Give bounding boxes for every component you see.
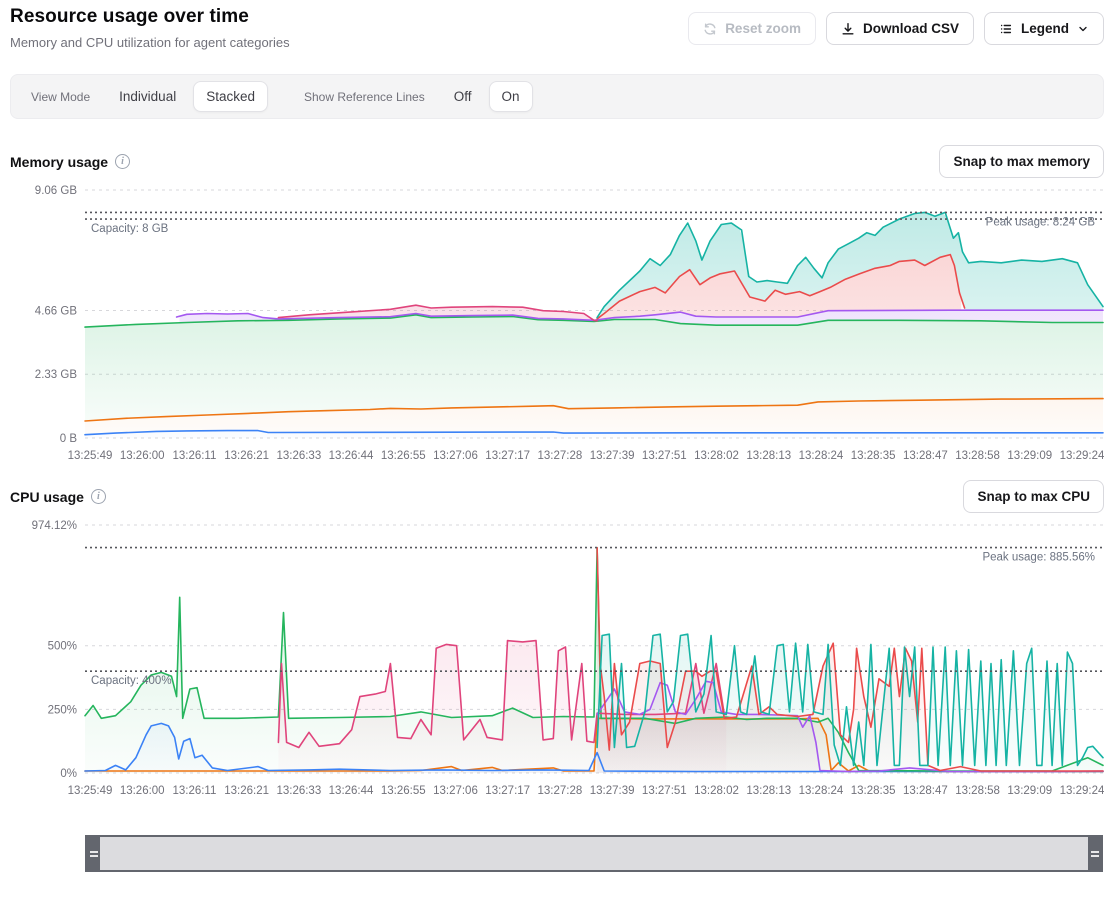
brush-left-handle[interactable] bbox=[87, 837, 100, 870]
brush-grip bbox=[1091, 851, 1099, 853]
x-axis-tick: 13:29:09 bbox=[1007, 450, 1052, 462]
cpu-usage-chart[interactable]: 974.12% 500% 250% 0% 13:25:49 13:26:00 13:26:1… bbox=[10, 513, 1104, 805]
reference-line-label: Capacity: 400% bbox=[91, 675, 172, 687]
memory-usage-chart[interactable]: 9.06 GB 4.66 GB 2.33 GB 0 B 13:25:49 13:26:00… bbox=[10, 178, 1104, 470]
y-axis-tick: 2.33 GB bbox=[35, 369, 78, 381]
refresh-icon bbox=[703, 22, 717, 36]
time-range-brush[interactable] bbox=[85, 835, 1103, 872]
page-subtitle: Memory and CPU utilization for agent cat… bbox=[10, 35, 290, 50]
x-axis-tick: 13:26:11 bbox=[172, 785, 216, 797]
x-axis-tick: 13:28:47 bbox=[903, 785, 948, 797]
reference-lines-on-option[interactable]: On bbox=[489, 81, 533, 112]
brush-right-handle[interactable] bbox=[1088, 837, 1101, 870]
brush-grip bbox=[90, 851, 98, 853]
x-axis-tick: 13:26:33 bbox=[276, 785, 321, 797]
x-axis-tick: 13:26:00 bbox=[120, 785, 165, 797]
download-icon bbox=[841, 22, 855, 36]
x-axis-tick: 13:26:00 bbox=[120, 450, 165, 462]
y-axis-tick: 0 B bbox=[60, 433, 78, 445]
x-axis-tick: 13:27:28 bbox=[538, 450, 583, 462]
x-axis-tick: 13:27:51 bbox=[642, 450, 687, 462]
dashboard-page: Resource usage over time Memory and CPU … bbox=[0, 0, 1116, 872]
reset-zoom-label: Reset zoom bbox=[725, 21, 801, 36]
x-axis-tick: 13:26:44 bbox=[329, 785, 374, 797]
memory-title-wrap: Memory usage i bbox=[10, 154, 130, 170]
y-axis-tick: 500% bbox=[48, 641, 77, 653]
x-axis-tick: 13:29:24 bbox=[1060, 450, 1104, 462]
info-icon[interactable]: i bbox=[115, 154, 130, 169]
x-axis-tick: 13:25:49 bbox=[68, 450, 113, 462]
memory-section-header: Memory usage i Snap to max memory bbox=[10, 145, 1104, 178]
cpu-section-header: CPU usage i Snap to max CPU bbox=[10, 480, 1104, 513]
x-axis-tick: 13:25:49 bbox=[68, 785, 113, 797]
x-axis-tick: 13:26:55 bbox=[381, 785, 426, 797]
x-axis-tick: 13:27:17 bbox=[485, 785, 530, 797]
x-axis-tick: 13:26:11 bbox=[172, 450, 216, 462]
brush-grip bbox=[90, 855, 98, 857]
download-csv-button[interactable]: Download CSV bbox=[826, 12, 974, 45]
y-axis-tick: 9.06 GB bbox=[35, 185, 78, 197]
page-title: Resource usage over time bbox=[10, 6, 290, 28]
x-axis-tick: 13:29:09 bbox=[1007, 785, 1052, 797]
x-axis-tick: 13:27:51 bbox=[642, 785, 687, 797]
memory-section-title: Memory usage bbox=[10, 154, 108, 170]
x-axis-tick: 13:27:06 bbox=[433, 450, 478, 462]
cpu-section-title: CPU usage bbox=[10, 489, 84, 505]
brush-grip bbox=[1091, 855, 1099, 857]
legend-label: Legend bbox=[1021, 21, 1069, 36]
x-axis-tick: 13:27:39 bbox=[590, 450, 635, 462]
chevron-down-icon bbox=[1077, 23, 1089, 35]
x-axis-tick: 13:27:39 bbox=[590, 785, 635, 797]
x-axis-tick: 13:27:17 bbox=[485, 450, 530, 462]
x-axis-tick: 13:28:02 bbox=[694, 450, 739, 462]
snap-to-max-cpu-button[interactable]: Snap to max CPU bbox=[963, 480, 1104, 513]
x-axis-tick: 13:26:33 bbox=[276, 450, 321, 462]
y-axis-tick: 4.66 GB bbox=[35, 305, 78, 317]
download-csv-label: Download CSV bbox=[863, 21, 959, 36]
header-titles: Resource usage over time Memory and CPU … bbox=[10, 6, 290, 50]
x-axis-tick: 13:28:24 bbox=[799, 785, 844, 797]
x-axis-tick: 13:26:55 bbox=[381, 450, 426, 462]
view-options-toolbar: View Mode Individual Stacked Show Refere… bbox=[10, 74, 1104, 119]
x-axis-tick: 13:27:06 bbox=[433, 785, 478, 797]
info-icon[interactable]: i bbox=[91, 489, 106, 504]
x-axis-tick: 13:28:13 bbox=[746, 450, 791, 462]
x-axis-tick: 13:29:24 bbox=[1060, 785, 1104, 797]
x-axis-tick: 13:26:44 bbox=[329, 450, 374, 462]
reference-lines-off-option[interactable]: Off bbox=[441, 81, 485, 112]
view-mode-stacked-option[interactable]: Stacked bbox=[193, 81, 268, 112]
x-axis-tick: 13:27:28 bbox=[538, 785, 583, 797]
snap-to-max-memory-button[interactable]: Snap to max memory bbox=[939, 145, 1104, 178]
header-actions: Reset zoom Download CSV Legend bbox=[688, 12, 1104, 45]
header: Resource usage over time Memory and CPU … bbox=[10, 6, 1104, 50]
x-axis-tick: 13:28:58 bbox=[955, 785, 1000, 797]
reference-line-label: Peak usage: 8.24 GB bbox=[986, 216, 1096, 228]
show-reference-lines-label: Show Reference Lines bbox=[304, 90, 425, 104]
x-axis-tick: 13:28:35 bbox=[851, 450, 896, 462]
reference-line-label: Peak usage: 885.56% bbox=[982, 552, 1095, 564]
y-axis-tick: 0% bbox=[60, 768, 77, 780]
legend-button[interactable]: Legend bbox=[984, 12, 1104, 45]
x-axis-tick: 13:26:21 bbox=[224, 785, 269, 797]
reference-line-label: Capacity: 8 GB bbox=[91, 223, 169, 235]
x-axis-tick: 13:26:21 bbox=[224, 450, 269, 462]
view-mode-label: View Mode bbox=[31, 90, 90, 104]
view-mode-individual-option[interactable]: Individual bbox=[106, 81, 189, 112]
x-axis-tick: 13:28:47 bbox=[903, 450, 948, 462]
x-axis-tick: 13:28:13 bbox=[746, 785, 791, 797]
legend-list-icon bbox=[999, 22, 1013, 36]
x-axis-tick: 13:28:24 bbox=[799, 450, 844, 462]
x-axis-tick: 13:28:02 bbox=[694, 785, 739, 797]
y-axis-tick: 250% bbox=[48, 704, 77, 716]
x-axis-tick: 13:28:58 bbox=[955, 450, 1000, 462]
cpu-title-wrap: CPU usage i bbox=[10, 489, 106, 505]
x-axis-tick: 13:28:35 bbox=[851, 785, 896, 797]
reset-zoom-button[interactable]: Reset zoom bbox=[688, 12, 816, 45]
y-axis-tick: 974.12% bbox=[32, 520, 77, 532]
